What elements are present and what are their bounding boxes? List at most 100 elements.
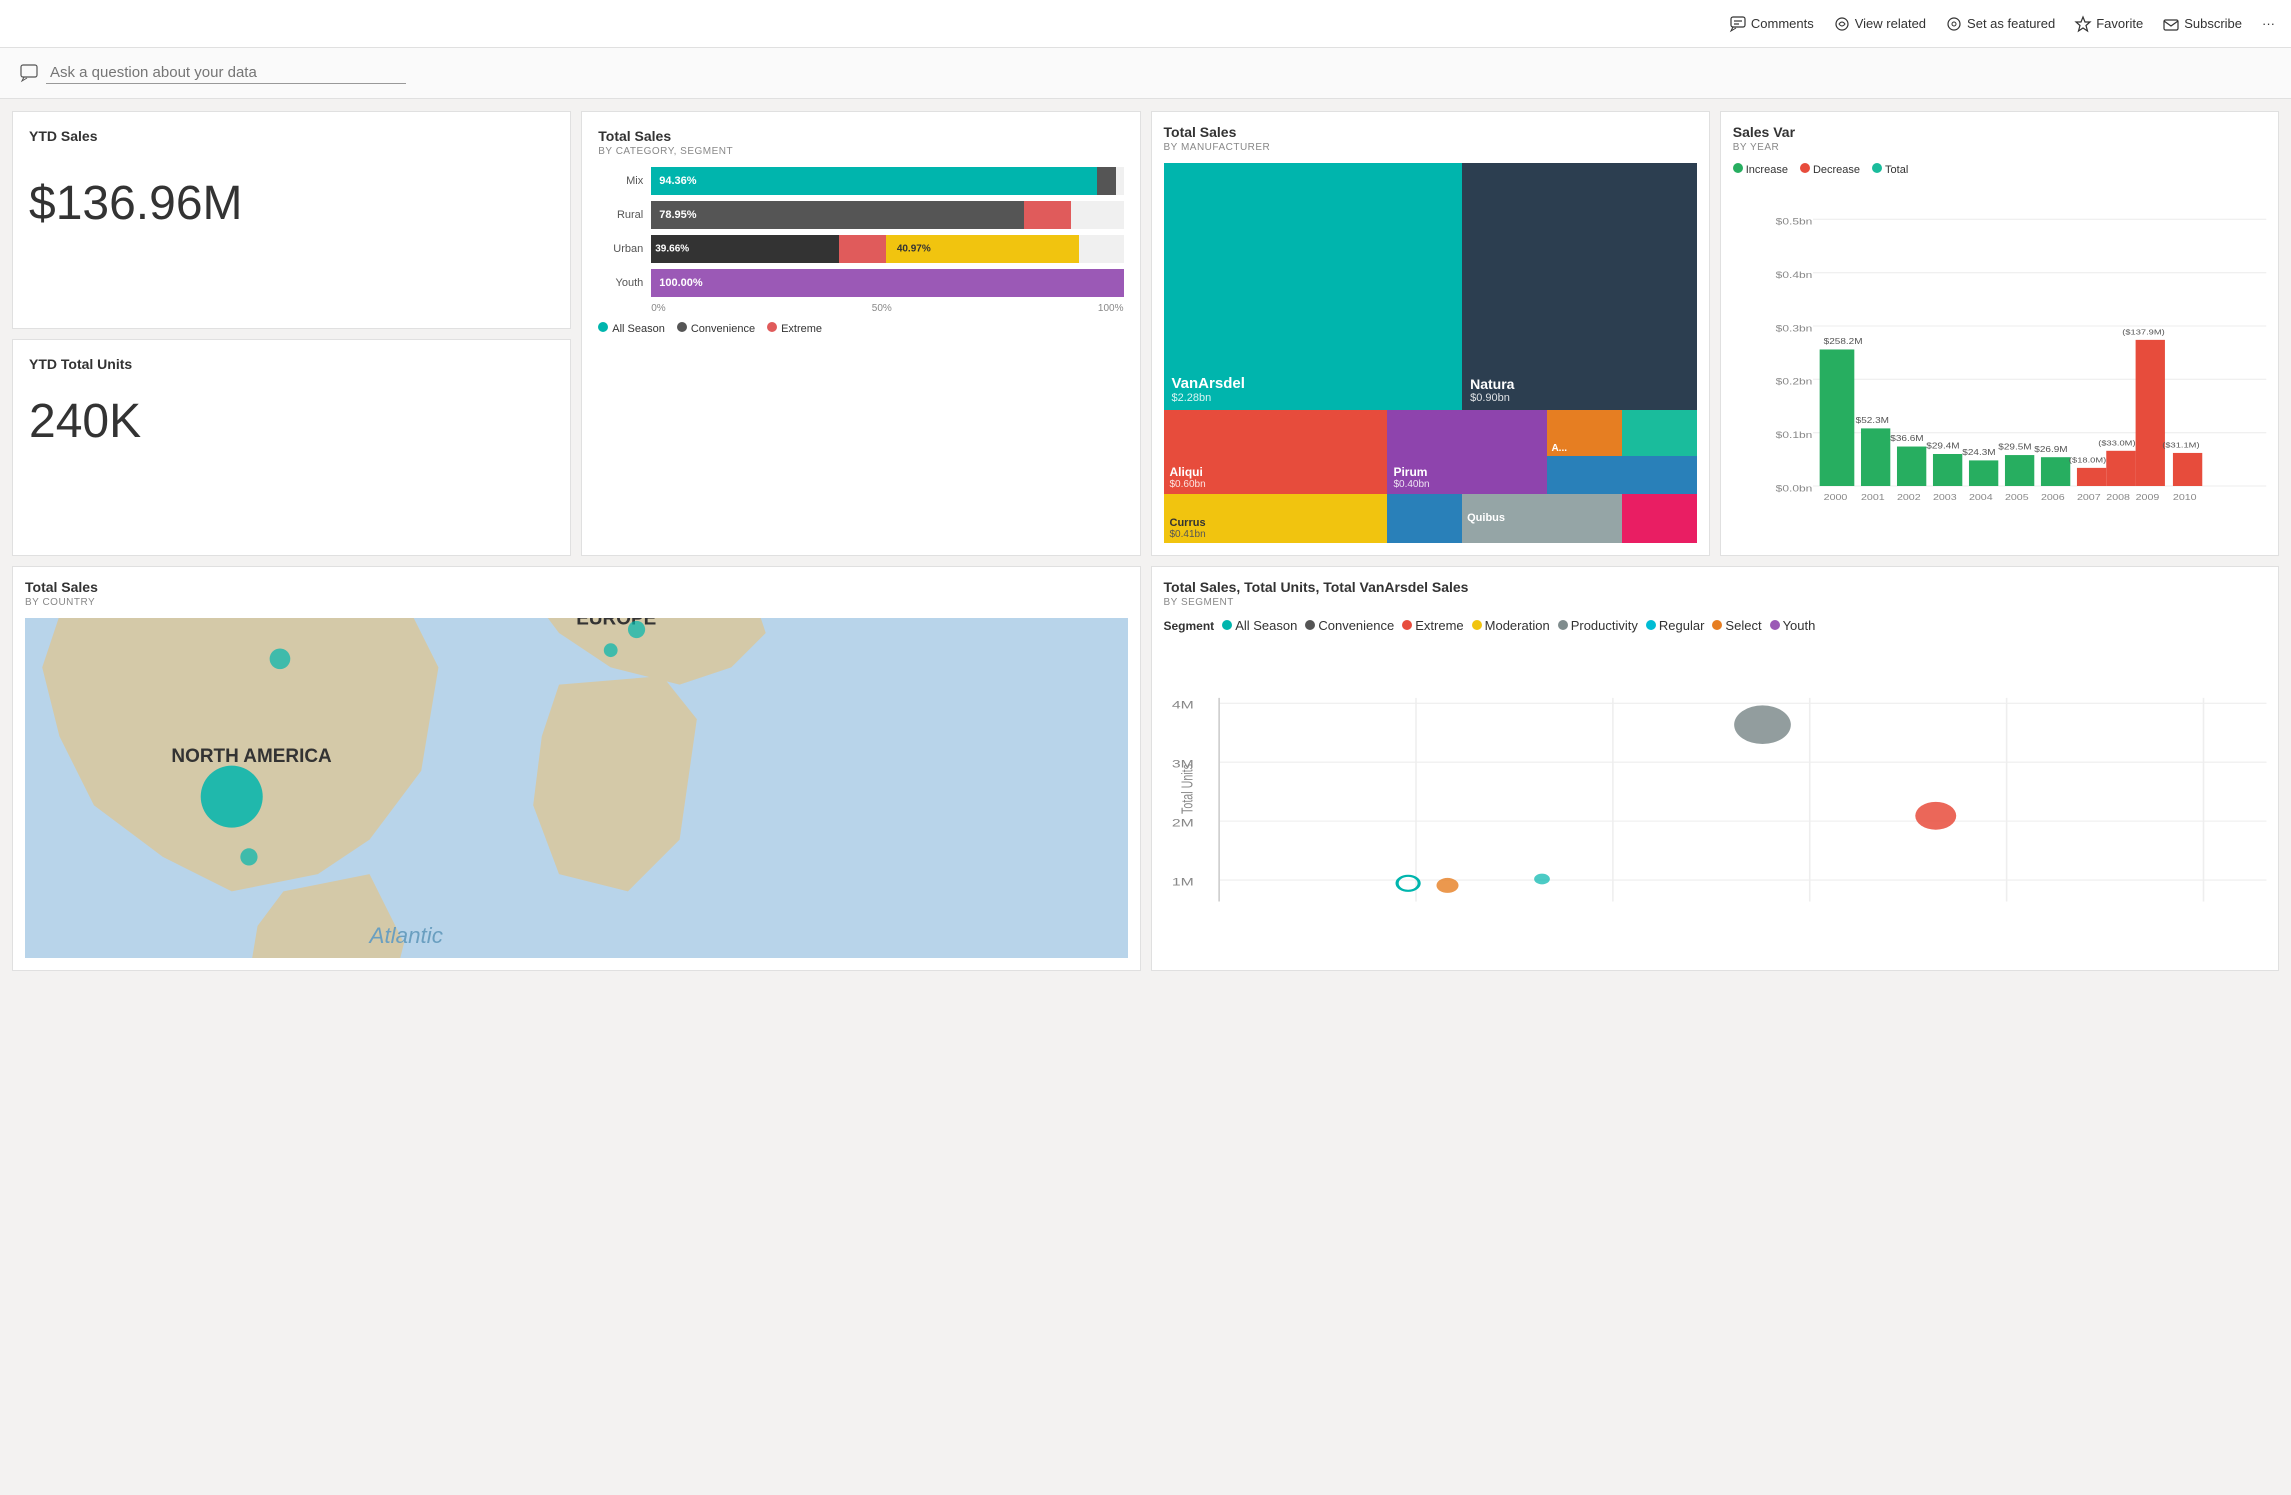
total-sales-cat-card: Total Sales BY CATEGORY, SEGMENT Mix 94.… [581, 111, 1140, 556]
treemap-currus[interactable]: Currus $0.41bn [1164, 494, 1388, 543]
bar-row-rural: Rural 78.95% [598, 201, 1123, 229]
treemap-quibus[interactable]: Quibus [1462, 494, 1622, 543]
treemap-pirum[interactable]: Pirum $0.40bn [1387, 410, 1547, 494]
view-related-icon [1834, 16, 1850, 32]
total-sales-cat-subtitle: BY CATEGORY, SEGMENT [598, 146, 1123, 157]
total-sales-country-card: Total Sales BY COUNTRY Atlantic Ocean [12, 566, 1141, 971]
svg-text:2004: 2004 [1969, 493, 1993, 503]
segment-label: Segment [1164, 619, 1215, 633]
treemap-small1[interactable] [1622, 410, 1697, 456]
legend-productivity-seg: Productivity [1558, 618, 1638, 633]
comments-button[interactable]: Comments [1730, 16, 1814, 32]
world-map: Atlantic Ocean NORTH AMERICA EUROPE [25, 618, 1128, 958]
total-sales-segment-card: Total Sales, Total Units, Total VanArsde… [1151, 566, 2280, 971]
treemap-blue[interactable] [1387, 494, 1462, 543]
svg-text:2007: 2007 [2077, 493, 2101, 503]
pirum-value: $0.40bn [1393, 479, 1541, 490]
ytd-sales-card: YTD Sales $136.96M [12, 111, 571, 329]
svg-text:$258.2M: $258.2M [1823, 337, 1862, 346]
subscribe-icon [2163, 16, 2179, 32]
total-sales-mfr-card: Total Sales BY MANUFACTURER VanArsdel $2… [1151, 111, 1710, 556]
aliqui-label: Aliqui [1170, 465, 1382, 479]
bar-row-mix: Mix 94.36% [598, 167, 1123, 195]
currus-value: $0.41bn [1170, 529, 1382, 540]
treemap: VanArsdel $2.28bn Natura $0.90bn Aliqui … [1164, 163, 1697, 543]
view-related-label: View related [1855, 16, 1926, 31]
svg-text:2000: 2000 [1823, 493, 1847, 503]
svg-text:2010: 2010 [2173, 493, 2197, 503]
svg-text:($33.0M): ($33.0M) [2098, 438, 2135, 447]
sales-var-card: Sales Var BY YEAR Increase Decrease Tota… [1720, 111, 2279, 556]
svg-text:2006: 2006 [2041, 493, 2065, 503]
svg-text:$0.2bn: $0.2bn [1775, 377, 1812, 388]
svg-text:Total Units: Total Units [1178, 764, 1196, 814]
legend-decrease: Decrease [1800, 163, 1860, 176]
vanarsdel-label: VanArsdel [1172, 375, 1455, 392]
svg-text:NORTH AMERICA: NORTH AMERICA [171, 746, 332, 767]
svg-text:2009: 2009 [2135, 493, 2159, 503]
svg-text:Ocean: Ocean [387, 954, 453, 958]
pirum-label: Pirum [1393, 465, 1541, 479]
treemap-last[interactable] [1622, 494, 1697, 543]
treemap-small2[interactable] [1547, 456, 1696, 494]
treemap-a[interactable]: A... [1547, 410, 1622, 456]
treemap-aliqui[interactable]: Aliqui $0.60bn [1164, 410, 1388, 494]
segment-legend-row: Segment All Season Convenience Extreme M… [1164, 618, 2267, 633]
qna-icon [20, 64, 38, 82]
currus-label: Currus [1170, 517, 1382, 529]
legend-youth-seg: Youth [1770, 618, 1816, 633]
ellipsis-icon: ··· [2262, 16, 2275, 31]
ytd-units-value: 240K [29, 394, 554, 449]
favorite-button[interactable]: Favorite [2075, 16, 2143, 32]
bar-container-urban: 39.66% 40.97% [651, 235, 1123, 263]
dashboard: YTD Sales $136.96M YTD Total Units 240K … [0, 99, 2291, 983]
svg-text:2005: 2005 [2005, 493, 2029, 503]
sales-var-title: Sales Var [1733, 124, 2266, 140]
legend-allseason-seg: All Season [1222, 618, 1297, 633]
set-featured-button[interactable]: Set as featured [1946, 16, 2055, 32]
svg-text:$36.6M: $36.6M [1890, 434, 1923, 443]
bar-container-youth: 100.00% [651, 269, 1123, 297]
svg-text:$24.3M: $24.3M [1962, 448, 1995, 457]
legend-extreme-seg: Extreme [1402, 618, 1463, 633]
ytd-units-title: YTD Total Units [29, 356, 554, 372]
svg-text:2M: 2M [1171, 817, 1193, 829]
legend-extreme: Extreme [767, 322, 822, 335]
svg-text:$0.5bn: $0.5bn [1775, 217, 1812, 228]
legend-moderation-seg: Moderation [1472, 618, 1550, 633]
total-sales-segment-subtitle: BY SEGMENT [1164, 597, 2267, 608]
natura-value: $0.90bn [1470, 392, 1689, 404]
view-related-button[interactable]: View related [1834, 16, 1926, 32]
svg-text:($137.9M): ($137.9M) [2122, 327, 2165, 336]
scatter-chart: 1M 2M 3M 4M Total Units [1164, 639, 2267, 939]
bar-label-rural: Rural [598, 209, 643, 221]
top-bar: Comments View related Set as featured Fa… [0, 0, 2291, 48]
treemap-vanarsdel[interactable]: VanArsdel $2.28bn [1164, 163, 1463, 410]
total-sales-cat-title: Total Sales [598, 128, 1123, 144]
bar-axis: 0%50%100% [598, 303, 1123, 314]
qna-input[interactable] [46, 62, 406, 84]
svg-text:2001: 2001 [1861, 493, 1885, 503]
legend-regular-seg: Regular [1646, 618, 1705, 633]
star-icon [2075, 16, 2091, 32]
set-featured-label: Set as featured [1967, 16, 2055, 31]
more-options-button[interactable]: ··· [2262, 16, 2275, 31]
svg-text:1M: 1M [1171, 876, 1193, 888]
svg-text:2008: 2008 [2106, 493, 2130, 503]
svg-text:$26.9M: $26.9M [2034, 445, 2067, 454]
legend-allseason: All Season [598, 322, 665, 335]
bar-label-mix: Mix [598, 175, 643, 187]
total-sales-country-title: Total Sales [25, 579, 1128, 595]
svg-text:$0.3bn: $0.3bn [1775, 323, 1812, 334]
sales-var-legend: Increase Decrease Total [1733, 163, 2266, 176]
svg-text:($31.1M): ($31.1M) [2162, 441, 2199, 450]
treemap-natura[interactable]: Natura $0.90bn [1462, 163, 1697, 410]
subscribe-button[interactable]: Subscribe [2163, 16, 2242, 32]
favorite-label: Favorite [2096, 16, 2143, 31]
ytd-sales-title: YTD Sales [29, 128, 554, 144]
legend-convenience: Convenience [677, 322, 755, 335]
total-sales-mfr-title: Total Sales [1164, 124, 1697, 140]
category-bar-chart: Mix 94.36% Rural 78.95% Urban [598, 167, 1123, 314]
bar-container-mix: 94.36% [651, 167, 1123, 195]
set-featured-icon [1946, 16, 1962, 32]
